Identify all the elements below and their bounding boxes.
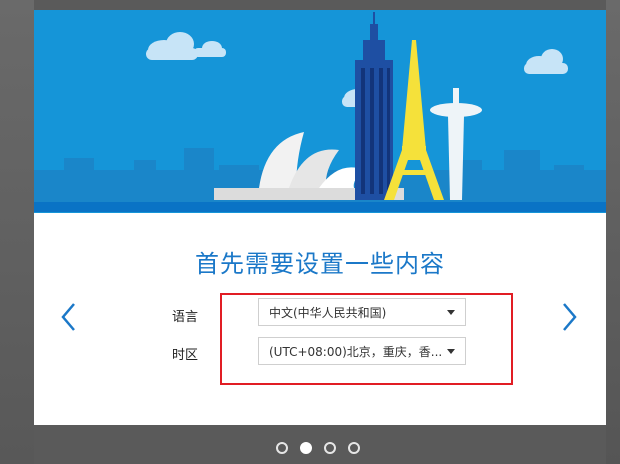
timezone-label: 时区 bbox=[172, 348, 199, 363]
highlight-box bbox=[220, 293, 513, 385]
background-left bbox=[0, 0, 34, 464]
setup-dialog: 首先需要设置一些内容 语言 中文(中华人民共和国) 时区 (UTC+08:00)… bbox=[34, 10, 606, 425]
skyscraper-icon bbox=[355, 12, 393, 200]
page-dot[interactable] bbox=[348, 442, 360, 454]
page-dot[interactable] bbox=[276, 442, 288, 454]
hero-illustration bbox=[34, 10, 606, 213]
page-title: 首先需要设置一些内容 bbox=[195, 250, 445, 278]
page-dot[interactable] bbox=[324, 442, 336, 454]
chevron-left-icon bbox=[61, 303, 75, 331]
background-right bbox=[606, 0, 620, 464]
page-indicator bbox=[276, 442, 360, 456]
hero-stripe bbox=[34, 202, 606, 212]
language-label: 语言 bbox=[172, 310, 199, 325]
page-dot-active[interactable] bbox=[300, 442, 312, 454]
chevron-right-icon bbox=[563, 303, 577, 331]
next-button[interactable] bbox=[560, 302, 578, 332]
prev-button[interactable] bbox=[60, 302, 78, 332]
